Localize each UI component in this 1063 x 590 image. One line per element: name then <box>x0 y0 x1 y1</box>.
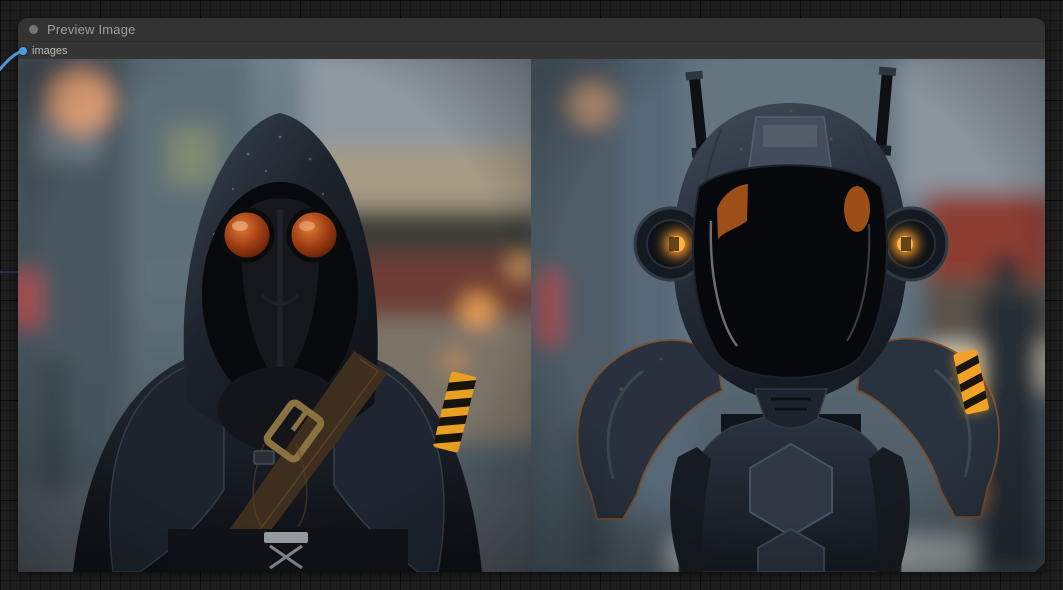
node-title: Preview Image <box>47 22 136 37</box>
collapse-dot[interactable] <box>29 25 38 34</box>
preview-image-grid <box>18 59 1045 572</box>
input-port-images[interactable] <box>19 47 27 55</box>
node-preview-image[interactable]: Preview Image images <box>18 18 1045 572</box>
preview-image-2-art <box>531 59 1045 572</box>
node-title-bar[interactable]: Preview Image <box>18 18 1045 42</box>
node-graph-canvas[interactable]: { "node": { "title": "Preview Image", "i… <box>0 0 1063 590</box>
preview-image-1[interactable] <box>18 59 531 572</box>
resize-handle[interactable] <box>1035 562 1045 572</box>
preview-image-2[interactable] <box>531 59 1045 572</box>
preview-image-1-art <box>18 59 531 572</box>
input-row-images: images <box>18 42 1045 59</box>
background-link-wire[interactable] <box>0 271 19 273</box>
